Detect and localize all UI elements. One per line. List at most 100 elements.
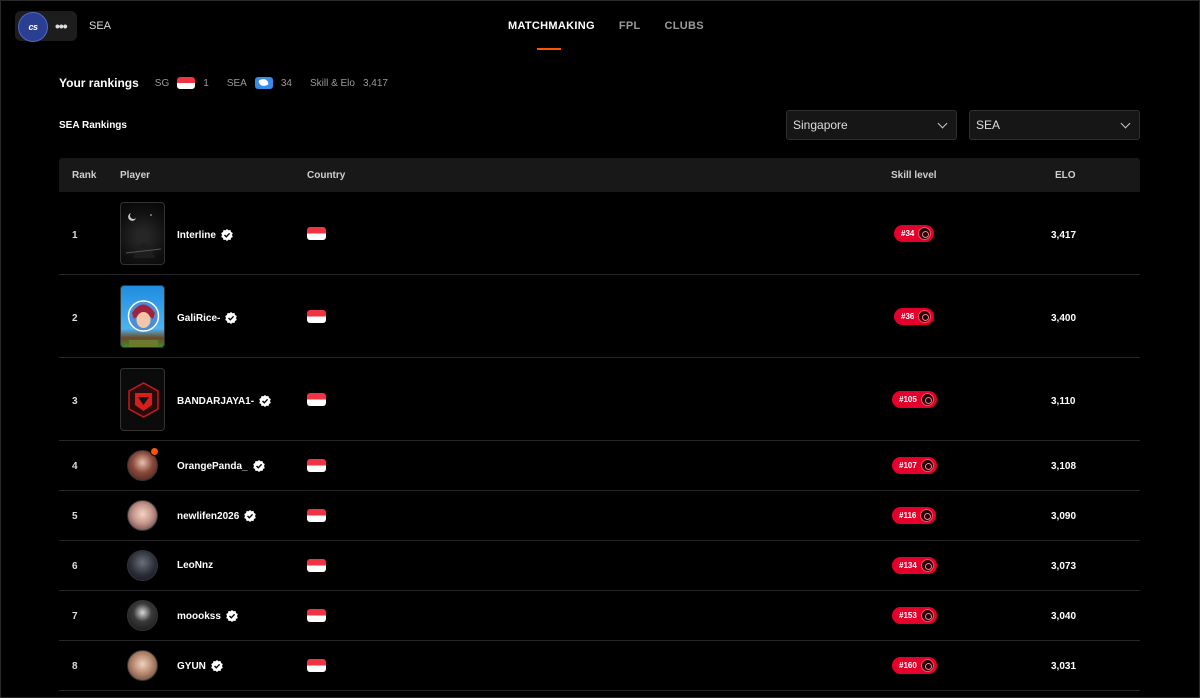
skill-level-icon xyxy=(920,393,934,406)
your-skill-elo: Skill & Elo 3,417 xyxy=(310,78,388,89)
skill-level-icon xyxy=(920,509,934,522)
top-bar: cs ••• SEA MATCHMAKING FPL CLUBS xyxy=(1,1,1199,53)
player-name: GYUN xyxy=(177,660,206,672)
rank-cell: 3 xyxy=(72,396,78,407)
chevron-down-icon xyxy=(937,118,948,129)
sea-rank-value: 34 xyxy=(280,77,292,89)
avatar[interactable] xyxy=(127,500,158,531)
player-name-link[interactable]: GaliRice- xyxy=(177,312,238,324)
skill-level-badge: #116 xyxy=(892,507,937,524)
rank-cell: 5 xyxy=(72,511,78,522)
col-elo: ELO xyxy=(1055,170,1076,181)
col-country: Country xyxy=(307,170,346,181)
your-rankings-bar: Your rankings SG 1 SEA 34 Skill & Elo 3,… xyxy=(59,76,406,90)
rankings-title: SEA Rankings xyxy=(59,120,127,131)
player-name: newlifen2026 xyxy=(177,510,240,522)
avatar[interactable] xyxy=(120,368,165,431)
avatar[interactable] xyxy=(127,650,158,681)
verified-icon xyxy=(225,312,238,324)
skill-level-icon xyxy=(918,227,932,240)
rank-cell: 8 xyxy=(72,661,78,672)
rankings-table: Rank Player Country Skill level ELO 1 In… xyxy=(59,158,1140,691)
player-name-link[interactable]: moookss xyxy=(177,610,238,622)
more-dots-icon[interactable]: ••• xyxy=(55,19,68,33)
avatar[interactable] xyxy=(127,550,158,581)
singapore-flag-icon xyxy=(307,393,326,406)
player-name: Interline xyxy=(177,229,216,241)
country-select-value: Singapore xyxy=(793,118,848,132)
player-name-link[interactable]: GYUN xyxy=(177,660,223,672)
col-rank: Rank xyxy=(72,170,97,181)
skill-level-badge: #34 xyxy=(894,225,935,242)
main-nav: MATCHMAKING FPL CLUBS xyxy=(508,20,704,50)
rank-cell: 7 xyxy=(72,611,78,622)
player-name-link[interactable]: LeoNnz xyxy=(177,560,213,571)
region-select-value: SEA xyxy=(976,118,1001,132)
verified-icon xyxy=(221,229,233,241)
skill-level-badge: #153 xyxy=(892,607,937,624)
skill-rank: #36 xyxy=(901,312,915,321)
table-header: Rank Player Country Skill level ELO xyxy=(59,158,1140,192)
country-select[interactable]: Singapore xyxy=(786,110,957,140)
game-switcher[interactable]: cs ••• xyxy=(15,11,77,42)
table-row[interactable]: 2 GaliRice- #36 3,400 xyxy=(59,275,1140,358)
verified-icon xyxy=(259,395,271,407)
sg-rank-value: 1 xyxy=(203,77,209,89)
status-icon xyxy=(150,447,159,456)
verified-icon xyxy=(226,610,238,622)
tab-matchmaking[interactable]: MATCHMAKING xyxy=(508,20,595,50)
skill-rank: #160 xyxy=(899,661,917,670)
region-label[interactable]: SEA xyxy=(89,20,111,32)
table-row[interactable]: 3 BANDARJAYA1- #105 3,110 xyxy=(59,358,1140,441)
singapore-flag-icon xyxy=(177,77,196,89)
chevron-down-icon xyxy=(1120,118,1131,129)
skill-rank: #116 xyxy=(899,511,917,520)
player-name: BANDARJAYA1- xyxy=(177,395,255,407)
sg-label: SG xyxy=(154,77,170,89)
verified-icon xyxy=(244,510,257,522)
avatar[interactable] xyxy=(120,285,165,348)
table-row[interactable]: 8 GYUN #160 3,031 xyxy=(59,641,1140,691)
singapore-flag-icon xyxy=(307,659,326,672)
your-rank-sea: SEA 34 xyxy=(227,77,292,89)
rank-cell: 1 xyxy=(72,230,78,241)
player-name-link[interactable]: newlifen2026 xyxy=(177,510,257,522)
skill-rank: #105 xyxy=(899,395,917,404)
skill-rank: #153 xyxy=(899,611,917,620)
rank-cell: 6 xyxy=(72,561,78,572)
player-name-link[interactable]: Interline xyxy=(177,229,233,241)
rank-cell: 4 xyxy=(72,461,78,472)
sea-label: SEA xyxy=(226,77,247,89)
elo-value: 3,031 xyxy=(1051,661,1077,672)
player-name-link[interactable]: OrangePanda_ xyxy=(177,460,265,472)
skill-level-icon xyxy=(920,459,934,472)
singapore-flag-icon xyxy=(307,509,326,522)
table-row[interactable]: 5 newlifen2026 #116 3,090 xyxy=(59,491,1140,541)
player-name-link[interactable]: BANDARJAYA1- xyxy=(177,395,271,407)
player-name: moookss xyxy=(177,610,221,622)
skill-rank: #34 xyxy=(901,229,915,238)
tab-clubs[interactable]: CLUBS xyxy=(665,20,704,32)
table-row[interactable]: 6 LeoNnz #134 3,073 xyxy=(59,541,1140,591)
your-rank-sg: SG 1 xyxy=(155,77,209,89)
singapore-flag-icon xyxy=(307,609,326,622)
singapore-flag-icon xyxy=(307,559,326,572)
skill-elo-label: Skill & Elo xyxy=(309,77,355,89)
table-row[interactable]: 1 Interline #34 3,417 xyxy=(59,192,1140,275)
skill-level-badge: #105 xyxy=(892,391,937,408)
skill-level-icon xyxy=(920,659,934,672)
singapore-flag-icon xyxy=(307,227,326,240)
tab-fpl[interactable]: FPL xyxy=(619,20,641,32)
avatar[interactable] xyxy=(127,600,158,631)
col-skill-level: Skill level xyxy=(891,170,937,181)
skill-level-icon xyxy=(920,609,934,622)
avatar[interactable] xyxy=(120,202,165,265)
elo-value: 3,073 xyxy=(1051,561,1077,572)
table-row[interactable]: 4 OrangePanda_ #107 3,108 xyxy=(59,441,1140,491)
table-row[interactable]: 7 moookss #153 3,040 xyxy=(59,591,1140,641)
app-frame: cs ••• SEA MATCHMAKING FPL CLUBS Your ra… xyxy=(0,0,1200,698)
region-select[interactable]: SEA xyxy=(969,110,1140,140)
player-name: OrangePanda_ xyxy=(177,460,248,472)
player-name: GaliRice- xyxy=(177,312,221,324)
elo-value: 3,108 xyxy=(1051,461,1077,472)
